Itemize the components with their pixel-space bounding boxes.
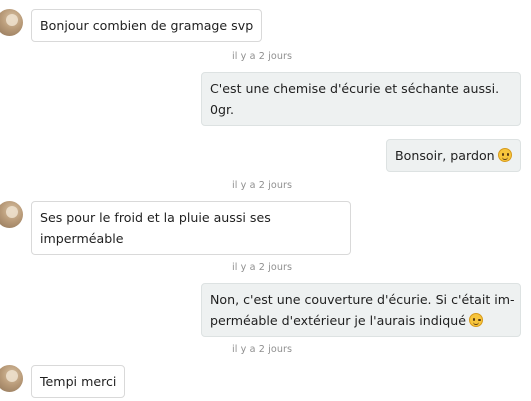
message-bubble-incoming: Bonjour combien de gramage svp xyxy=(31,9,263,42)
message-text-line: Non, c'est une couverture d'écurie. Si c… xyxy=(210,292,515,307)
grinning-sweat-emoji-icon xyxy=(497,148,512,162)
winking-face-emoji-icon xyxy=(468,313,483,327)
message-text-line: C'est une chemise d'écurie et séchante a… xyxy=(210,81,500,96)
message-bubble-outgoing: Non, c'est une couverture d'écurie. Si c… xyxy=(201,283,521,337)
message-bubble-outgoing: C'est une chemise d'écurie et séchante a… xyxy=(201,72,521,126)
message-text: Bonsoir, pardon xyxy=(395,148,495,163)
message-bubble-incoming: Tempi merci xyxy=(31,365,126,398)
avatar[interactable] xyxy=(0,201,23,228)
avatar[interactable] xyxy=(0,9,23,36)
message-timestamp: il y a 2 jours xyxy=(232,180,293,191)
message-text-line: 0gr. xyxy=(210,102,235,117)
message-timestamp: il y a 2 jours xyxy=(232,344,293,355)
avatar[interactable] xyxy=(0,365,23,392)
message-timestamp: il y a 2 jours xyxy=(232,51,293,62)
message-bubble-outgoing: Bonsoir, pardon xyxy=(386,139,521,172)
message-text-line: Ses pour le froid et la pluie aussi ses xyxy=(40,210,271,225)
message-text-line: perméable d'extérieur je l'aurais indiqu… xyxy=(210,313,466,328)
message-text: Tempi merci xyxy=(40,374,117,389)
message-text-line: imperméable xyxy=(40,231,124,246)
message-text: Bonjour combien de gramage svp xyxy=(40,18,254,33)
message-timestamp: il y a 2 jours xyxy=(232,262,293,273)
message-bubble-incoming: Ses pour le froid et la pluie aussi ses … xyxy=(31,201,351,255)
